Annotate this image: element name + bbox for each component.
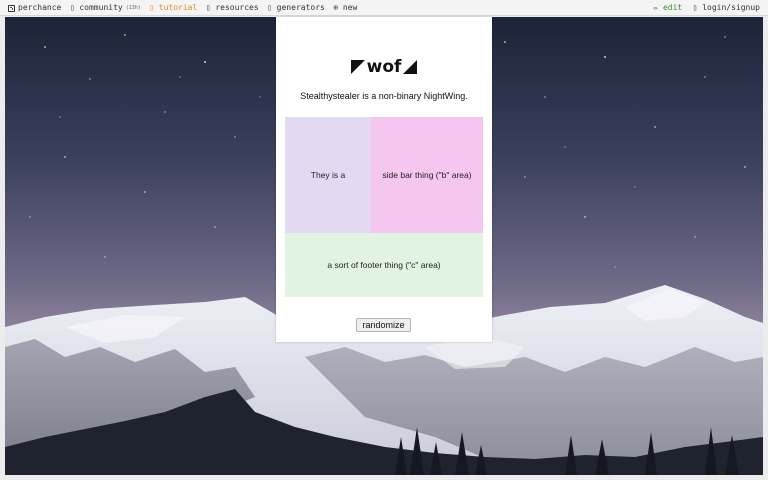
- info-icon: ▯: [205, 3, 211, 12]
- randomize-button[interactable]: randomize: [356, 318, 411, 332]
- area-c-footer: a sort of footer thing ("c" area): [285, 233, 483, 297]
- nav-right-group: ✏ edit ▯ login/signup: [652, 3, 760, 13]
- user-icon: ▯: [692, 3, 698, 12]
- nav-resources[interactable]: ▯ resources: [204, 3, 259, 13]
- nav-tutorial[interactable]: ▯ tutorial: [148, 3, 198, 13]
- nav-community-label: community: [79, 3, 123, 12]
- book-icon: ▯: [149, 3, 155, 12]
- nav-community[interactable]: ▯ community (13h): [68, 3, 141, 13]
- logo-text: wof: [366, 57, 402, 77]
- logo-triangle-left-icon: [350, 60, 365, 74]
- layout-grid: They is a side bar thing ("b" area) a so…: [285, 117, 483, 297]
- nav-login[interactable]: ▯ login/signup: [691, 3, 760, 13]
- generated-sentence: Stealthystealer is a non-binary NightWin…: [300, 91, 468, 101]
- nav-resources-label: resources: [215, 3, 259, 12]
- nav-generators[interactable]: ▯ generators: [266, 3, 325, 13]
- nav-tutorial-label: tutorial: [158, 3, 198, 12]
- nav-new-label: new: [342, 3, 358, 12]
- nav-new[interactable]: ⊕ new: [332, 3, 357, 13]
- nav-edit-label: edit: [662, 3, 683, 12]
- area-a: They is a: [285, 117, 371, 233]
- list-icon: ▯: [267, 3, 273, 12]
- area-b-sidebar: side bar thing ("b" area): [371, 117, 483, 233]
- generator-card: wof Stealthystealer is a non-binary Nigh…: [276, 17, 492, 342]
- nav-perchance-label: perchance: [18, 3, 62, 12]
- pencil-icon: ✏: [653, 3, 659, 12]
- nav-login-label: login/signup: [702, 3, 760, 12]
- chat-icon: ▯: [69, 3, 75, 12]
- nav-perchance[interactable]: perchance: [8, 3, 61, 13]
- dice-icon: [8, 4, 15, 12]
- nav-left-group: perchance ▯ community (13h) ▯ tutorial ▯…: [8, 3, 357, 13]
- nav-community-note: (13h): [125, 5, 141, 11]
- nav-edit[interactable]: ✏ edit: [652, 3, 683, 13]
- plus-icon: ⊕: [333, 3, 339, 12]
- top-nav-bar: perchance ▯ community (13h) ▯ tutorial ▯…: [0, 0, 768, 16]
- logo-triangle-right-icon: [403, 60, 418, 74]
- nav-generators-label: generators: [276, 3, 325, 12]
- logo: wof: [276, 57, 492, 77]
